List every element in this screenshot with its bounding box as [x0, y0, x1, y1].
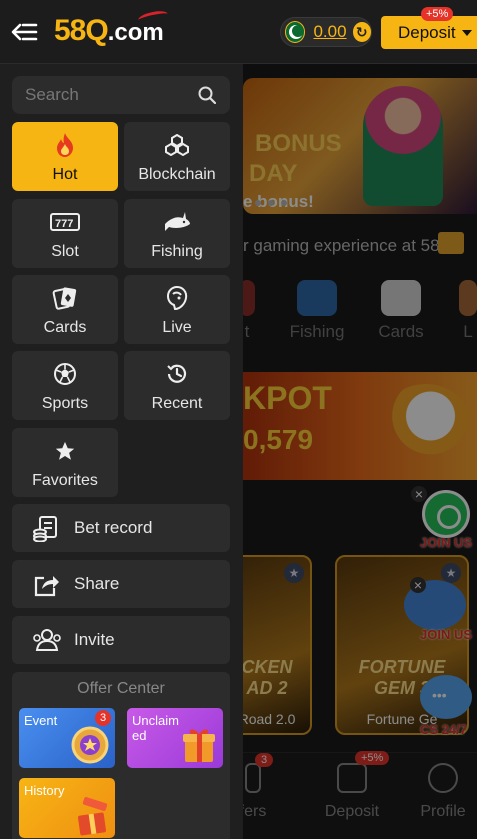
tile-label: Recent	[151, 395, 203, 412]
tile-label: Cards	[43, 319, 87, 336]
menu-tile-recent[interactable]: Recent	[124, 351, 230, 420]
coins-icon	[32, 516, 60, 543]
top-header: 58 Q .com 0.00 ↻ Deposit +5%	[0, 0, 477, 64]
menu-tile-hot[interactable]: Hot	[12, 122, 118, 191]
offer-center: Offer Center Event 3 Unclaim ed History	[12, 672, 230, 839]
offer-card-label: History	[24, 783, 65, 798]
search-input[interactable]	[12, 76, 192, 114]
tile-label: Hot	[52, 166, 78, 183]
row-label: Bet record	[74, 518, 153, 537]
star-icon	[12, 438, 118, 464]
offer-card-event[interactable]: Event 3	[19, 708, 115, 768]
menu-tile-cards[interactable]: Cards	[12, 275, 118, 344]
menu-tile-blockchain[interactable]: Blockchain	[124, 122, 230, 191]
balance-amount: 0.00	[313, 22, 347, 41]
search-icon[interactable]	[198, 86, 216, 104]
soccer-ball-icon	[12, 361, 118, 387]
pakistan-flag-icon	[285, 21, 306, 43]
tile-label: Slot	[51, 243, 79, 260]
cards-icon	[12, 285, 118, 311]
logo-number: 58	[54, 14, 86, 47]
offer-card-unclaimed[interactable]: Unclaim ed	[127, 708, 223, 768]
slot-icon: 777	[12, 209, 118, 235]
row-label: Share	[74, 574, 120, 593]
chevron-down-icon	[461, 29, 472, 36]
tile-label: Blockchain	[138, 166, 216, 183]
invite-icon	[32, 628, 61, 652]
refresh-balance-icon[interactable]: ↻	[352, 22, 371, 42]
open-gift-icon	[77, 797, 108, 836]
svg-text:777: 777	[55, 218, 73, 230]
history-icon	[124, 361, 230, 387]
logo-domain: .com	[107, 19, 164, 46]
deposit-label: Deposit	[398, 22, 456, 42]
row-label: Invite	[74, 630, 115, 649]
menu-tile-fishing[interactable]: Fishing	[124, 199, 230, 268]
menu-tile-slot[interactable]: 777 Slot	[12, 199, 118, 268]
offer-center-title: Offer Center	[77, 680, 165, 697]
share-icon	[32, 572, 60, 597]
menu-row-share[interactable]: Share	[12, 560, 230, 608]
offer-card-label: Unclaim ed	[132, 713, 179, 743]
tile-label: Favorites	[32, 472, 98, 489]
site-logo[interactable]: 58 Q .com	[54, 8, 169, 52]
blockchain-icon	[124, 132, 230, 158]
balance-display[interactable]: 0.00 ↻	[280, 17, 372, 47]
drawer-backdrop[interactable]	[243, 64, 477, 839]
side-menu-drawer: Hot Blockchain 777 Slot Fishing Cards	[0, 64, 243, 839]
app-root: BONUS DAY e bonus! r gaming experience a…	[0, 0, 477, 839]
search-box	[12, 76, 230, 114]
live-icon	[124, 285, 230, 311]
tile-label: Live	[162, 319, 192, 336]
shark-icon	[124, 209, 230, 235]
tile-label: Sports	[41, 395, 89, 412]
collapse-menu-icon[interactable]	[10, 20, 38, 44]
offer-card-history[interactable]: History	[19, 778, 115, 838]
menu-row-invite[interactable]: Invite	[12, 616, 230, 664]
event-medal-icon	[71, 726, 109, 764]
menu-tile-sports[interactable]: Sports	[12, 351, 118, 420]
menu-row-bet-record[interactable]: Bet record	[12, 504, 230, 552]
deposit-bonus-badge: +5%	[421, 7, 454, 21]
gift-box-icon	[183, 729, 215, 762]
tile-label: Fishing	[151, 243, 203, 260]
menu-tile-live[interactable]: Live	[124, 275, 230, 344]
fire-icon	[12, 132, 118, 158]
logo-q: Q	[85, 14, 108, 47]
menu-tile-favorites[interactable]: Favorites	[12, 428, 118, 497]
